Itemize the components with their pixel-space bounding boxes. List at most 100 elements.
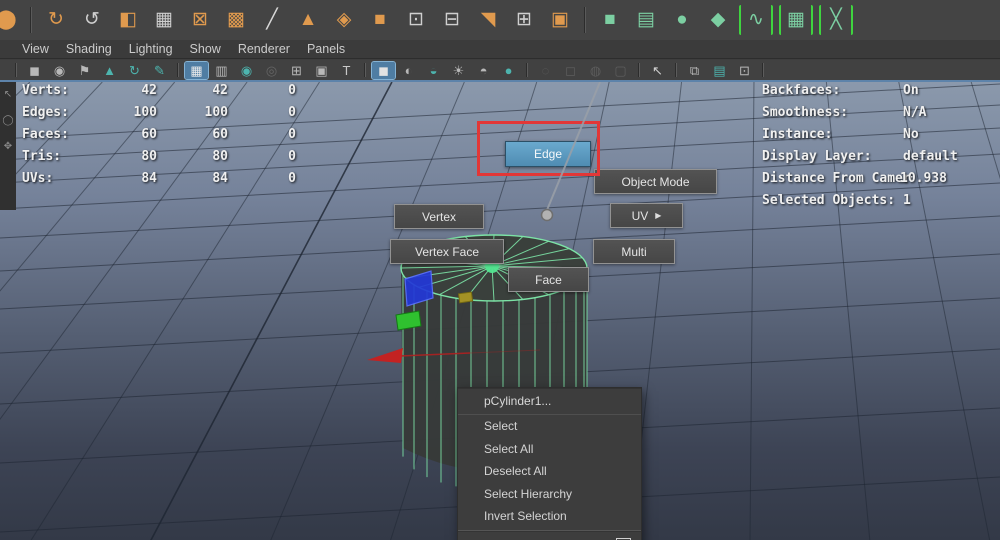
- viewport-toolbar: ◼◉⚑▲↻✎▦▥◉◎⊞▣T◼◐◒☀◓●◌◻◍▢↖⧉▤⊡: [0, 60, 1000, 80]
- sculpt-tool-icon[interactable]: ■: [595, 5, 625, 35]
- isolate-select-icon[interactable]: ▲: [98, 62, 121, 79]
- marking-menu-multi[interactable]: Multi: [593, 239, 675, 264]
- flat-lighting-icon[interactable]: ☀: [447, 62, 470, 79]
- marking-menu-label: Object Mode: [621, 175, 689, 189]
- textured-display-icon[interactable]: ◒: [422, 62, 445, 79]
- menu-item-label: Select All: [484, 442, 533, 456]
- smooth-mesh-icon[interactable]: ■: [365, 5, 395, 35]
- poly-cylinder-icon[interactable]: ⬤: [0, 5, 21, 35]
- image-plane-icon[interactable]: ▣: [310, 62, 333, 79]
- duplicate-face-icon[interactable]: ▣: [545, 5, 575, 35]
- hud-label: Instance:: [762, 127, 832, 142]
- context-menu-item-deselect-all[interactable]: Deselect All: [458, 460, 641, 483]
- mirror-geometry-icon[interactable]: ◧: [113, 5, 143, 35]
- marking-menu-vertex-face[interactable]: Vertex Face: [390, 239, 504, 264]
- context-menu-item-invert-selection[interactable]: Invert Selection: [458, 505, 641, 528]
- marking-menu-label: Vertex: [422, 210, 456, 224]
- pane-stack-icon[interactable]: ▤: [708, 62, 731, 79]
- pinch-sculpt-icon[interactable]: ∿: [739, 5, 773, 35]
- bridge-icon[interactable]: ⊟: [437, 5, 467, 35]
- separator: [526, 63, 528, 77]
- menu-item-label: Deselect All: [484, 464, 547, 478]
- multi-cut-icon[interactable]: ╱: [257, 5, 287, 35]
- manipulator-green-plane[interactable]: [396, 311, 421, 330]
- camera-attributes-icon[interactable]: ◉: [48, 62, 71, 79]
- shelf: ⬤↻↺◧▦⊠▩╱▲◈■⊡⊟◥⊞▣■▤●◆∿▦╳: [0, 0, 1000, 41]
- hud-label: Display Layer:: [762, 149, 872, 164]
- menu-item-label: Invert Selection: [484, 509, 567, 523]
- menu-renderer[interactable]: Renderer: [238, 42, 290, 56]
- shaded-display-icon[interactable]: ◼: [372, 62, 395, 79]
- crease-tool-icon[interactable]: ◥: [473, 5, 503, 35]
- menu-shading[interactable]: Shading: [66, 42, 112, 56]
- selection-highlight-box: [477, 121, 600, 176]
- hud-label: Selected Objects:: [762, 193, 895, 208]
- lighting-display-icon[interactable]: ◐: [397, 62, 420, 79]
- wedge-tool-icon[interactable]: ✎: [148, 62, 171, 79]
- transform-component-icon[interactable]: ⊞: [509, 5, 539, 35]
- extrude-icon[interactable]: ▲: [293, 5, 323, 35]
- display-region-icon[interactable]: ⊞: [285, 62, 308, 79]
- manipulator-center-handle[interactable]: [459, 292, 473, 303]
- separator: [675, 63, 677, 77]
- marking-menu-object-mode[interactable]: Object Mode: [594, 169, 717, 194]
- separator: [15, 63, 17, 77]
- separate-icon[interactable]: ↺: [77, 5, 107, 35]
- select-tool-icon[interactable]: ↖: [646, 62, 669, 79]
- separator: [177, 63, 179, 77]
- pane-layout-icon[interactable]: ⧉: [683, 62, 706, 79]
- hud-label: Distance From Camera:: [762, 171, 912, 186]
- context-menu-item-select-similar[interactable]: Select Similar: [458, 534, 641, 540]
- marking-menu-vertex[interactable]: Vertex: [394, 204, 484, 229]
- menu-panels[interactable]: Panels: [307, 42, 345, 56]
- context-menu-item-select-all[interactable]: Select All: [458, 438, 641, 461]
- marking-menu-uv[interactable]: UV ▶: [610, 203, 683, 228]
- film-gate-icon[interactable]: ▥: [210, 62, 233, 79]
- combine-icon[interactable]: ↻: [41, 5, 71, 35]
- resolution-gate-icon[interactable]: ◉: [235, 62, 258, 79]
- menu-view[interactable]: View: [22, 42, 49, 56]
- camera-icon[interactable]: ◼: [23, 62, 46, 79]
- stamp-sculpt-icon[interactable]: ▦: [779, 5, 813, 35]
- hud-label: Backfaces:: [762, 83, 840, 98]
- gate-mask-icon[interactable]: ◎: [260, 62, 283, 79]
- separator: [762, 63, 764, 77]
- hud-toggle-icon[interactable]: T: [335, 62, 358, 79]
- hud-value: N/A: [903, 105, 926, 120]
- texture-placement-icon[interactable]: ▢: [609, 62, 632, 79]
- xray-joints-icon[interactable]: ◻: [559, 62, 582, 79]
- maya-window: ⬤↻↺◧▦⊠▩╱▲◈■⊡⊟◥⊞▣■▤●◆∿▦╳ < View Shading L…: [0, 0, 1000, 540]
- marking-menu-label: Vertex Face: [415, 245, 479, 259]
- retopologize-icon[interactable]: ▩: [221, 5, 251, 35]
- viewport[interactable]: ↖◯✥ Verts: 42 42 0 Edges: 100 100 0 Face…: [0, 80, 1000, 540]
- smooth-sculpt-icon[interactable]: ▤: [631, 5, 661, 35]
- remesh-icon[interactable]: ⊠: [185, 5, 215, 35]
- menu-lighting[interactable]: Lighting: [129, 42, 173, 56]
- marking-menu-face[interactable]: Face: [508, 267, 589, 292]
- x-axis-arrow[interactable]: [367, 348, 403, 363]
- grid-toggle-icon[interactable]: ▦: [185, 62, 208, 79]
- hud-value: No: [903, 127, 919, 142]
- default-light-icon[interactable]: ◓: [472, 62, 495, 79]
- hud-label: Smoothness:: [762, 105, 848, 120]
- flatten-sculpt-icon[interactable]: ╳: [819, 5, 853, 35]
- grab-sculpt-icon[interactable]: ◆: [703, 5, 733, 35]
- quad-draw-icon[interactable]: ◈: [329, 5, 359, 35]
- target-weld-icon[interactable]: ⊡: [401, 5, 431, 35]
- snapshot-icon[interactable]: ⊡: [733, 62, 756, 79]
- bookmark-icon[interactable]: ⚑: [73, 62, 96, 79]
- panel-menu-bar: View Shading Lighting Show Renderer Pane…: [0, 40, 1000, 59]
- submenu-arrow-icon: ▶: [655, 211, 661, 220]
- menu-item-label: Select: [484, 419, 517, 433]
- wire-on-shaded-icon[interactable]: ◍: [584, 62, 607, 79]
- context-menu-item-select[interactable]: Select: [458, 415, 641, 438]
- fill-hole-icon[interactable]: ▦: [149, 5, 179, 35]
- xray-icon[interactable]: ◌: [534, 62, 557, 79]
- menu-show[interactable]: Show: [190, 42, 221, 56]
- hud-value: 10.938: [900, 171, 947, 186]
- paint-effects-icon[interactable]: ●: [497, 62, 520, 79]
- tumble-view-icon[interactable]: ↻: [123, 62, 146, 79]
- context-menu-item-select-hierarchy[interactable]: Select Hierarchy: [458, 483, 641, 506]
- relax-sculpt-icon[interactable]: ●: [667, 5, 697, 35]
- marking-menu-label: UV: [632, 209, 649, 223]
